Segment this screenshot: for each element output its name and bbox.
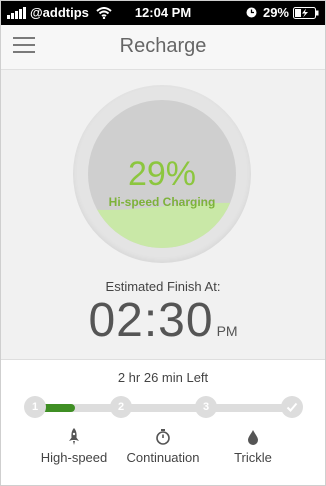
charging-mode-label: Hi-speed Charging <box>108 195 216 209</box>
carrier-name: @addtips <box>30 5 89 20</box>
charge-gauge: 29% Hi-speed Charging <box>73 85 251 263</box>
status-bar: @addtips 12:04 PM 29% <box>1 1 325 25</box>
hamburger-menu-icon[interactable] <box>13 37 35 57</box>
battery-percent: 29% <box>262 5 289 20</box>
clock-icon <box>246 7 257 18</box>
step-2-number: 2 <box>117 401 125 413</box>
charge-percent: 29% <box>127 155 197 193</box>
finish-time-ampm: PM <box>216 323 238 339</box>
time-left-label: 2 hr 26 min Left <box>117 370 209 385</box>
charge-level-fill <box>88 202 236 248</box>
checkmark-icon <box>286 402 298 412</box>
rocket-icon <box>69 428 79 445</box>
status-left: @addtips <box>7 5 112 20</box>
charge-progress-panel: 2 hr 26 min Left 1 2 3 High-speed Contin… <box>1 359 325 485</box>
page-title: Recharge <box>119 35 207 57</box>
mode-trickle[interactable]: Trickle <box>198 450 308 465</box>
progress-track <box>35 404 291 412</box>
app-frame: @addtips 12:04 PM 29% Recharge 29% Hi-sp… <box>0 0 326 486</box>
finish-time: 02:30 PM <box>1 293 325 348</box>
step-complete[interactable] <box>281 396 303 418</box>
step-1[interactable]: 1 <box>24 396 46 418</box>
stopwatch-icon <box>156 429 170 445</box>
status-right: 29% <box>246 5 319 20</box>
step-1-number: 1 <box>31 401 39 413</box>
step-3[interactable]: 3 <box>195 396 217 418</box>
battery-charging-icon <box>293 6 319 19</box>
step-2[interactable]: 2 <box>110 396 132 418</box>
finish-label: Estimated Finish At: <box>105 279 221 294</box>
signal-icon <box>7 6 27 19</box>
step-3-number: 3 <box>202 401 210 413</box>
app-header: Recharge <box>1 25 325 70</box>
water-drop-icon <box>248 430 258 445</box>
finish-time-value: 02:30 <box>88 294 214 347</box>
wifi-icon <box>96 6 112 19</box>
